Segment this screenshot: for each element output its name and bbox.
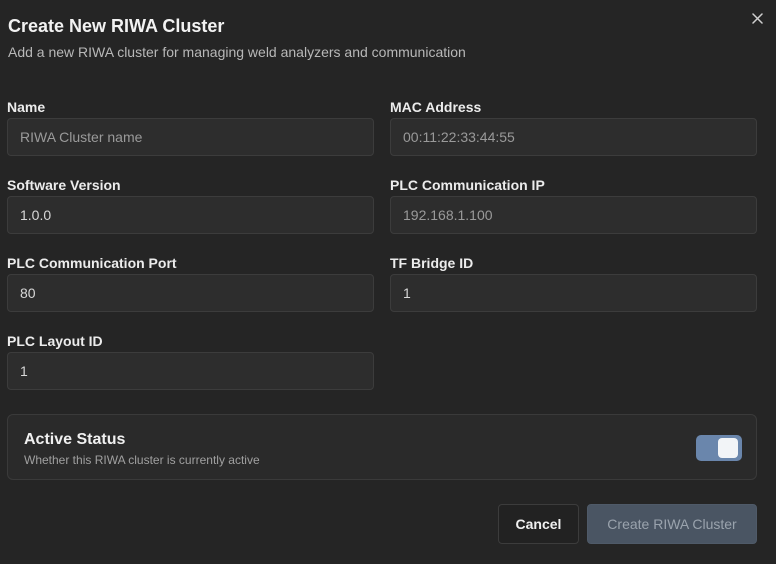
- toggle-knob: [718, 438, 738, 458]
- create-cluster-dialog: Create New RIWA Cluster Add a new RIWA c…: [0, 0, 776, 564]
- plc-port-input[interactable]: [7, 274, 374, 312]
- mac-address-input[interactable]: [390, 118, 757, 156]
- active-status-title: Active Status: [24, 431, 126, 448]
- plc-layout-id-input[interactable]: [7, 352, 374, 390]
- close-icon: [751, 12, 763, 24]
- software-version-input[interactable]: [7, 196, 374, 234]
- name-label: Name: [7, 99, 46, 115]
- close-button[interactable]: [748, 9, 766, 27]
- cancel-button[interactable]: Cancel: [498, 504, 579, 544]
- active-status-toggle[interactable]: [696, 435, 742, 461]
- tf-bridge-id-input[interactable]: [390, 274, 757, 312]
- active-status-description: Whether this RIWA cluster is currently a…: [24, 453, 260, 467]
- dialog-subtitle: Add a new RIWA cluster for managing weld…: [8, 44, 466, 60]
- plc-ip-label: PLC Communication IP: [390, 177, 545, 193]
- plc-ip-input[interactable]: [390, 196, 757, 234]
- plc-port-label: PLC Communication Port: [7, 255, 177, 271]
- software-version-label: Software Version: [7, 177, 121, 193]
- active-status-card: Active Status Whether this RIWA cluster …: [7, 414, 757, 480]
- dialog-title: Create New RIWA Cluster: [8, 16, 225, 36]
- name-input[interactable]: [7, 118, 374, 156]
- tf-bridge-id-label: TF Bridge ID: [390, 255, 474, 271]
- create-cluster-button[interactable]: Create RIWA Cluster: [587, 504, 757, 544]
- mac-address-label: MAC Address: [390, 99, 482, 115]
- plc-layout-id-label: PLC Layout ID: [7, 333, 103, 349]
